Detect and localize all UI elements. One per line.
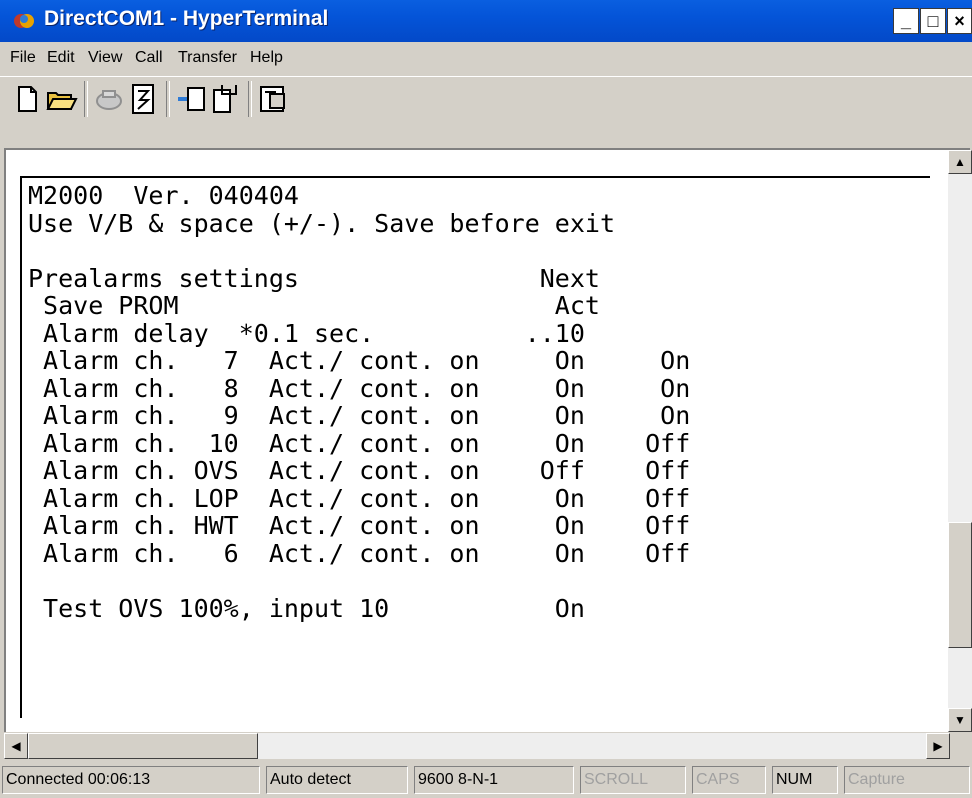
terminal-line: Alarm ch. 7 Act./ cont. on On On	[28, 346, 691, 375]
terminal-line: Save PROM Act	[28, 291, 600, 320]
scroll-up-arrow-icon[interactable]: ▲	[948, 150, 972, 174]
scroll-right-arrow-icon[interactable]: ▶	[926, 733, 950, 759]
window-title: DirectCOM1 - HyperTerminal	[44, 7, 329, 30]
receive-icon[interactable]	[208, 82, 242, 116]
terminal-line: Use V/B & space (+/-). Save before exit	[28, 208, 615, 238]
vertical-scrollbar[interactable]: ▲ ▼	[948, 150, 972, 732]
menu-transfer[interactable]: Transfer	[178, 49, 237, 67]
terminal-line: M2000 Ver. 040404	[28, 181, 299, 210]
scroll-down-arrow-icon[interactable]: ▼	[948, 708, 972, 732]
horizontal-scroll-thumb[interactable]	[28, 733, 258, 759]
terminal-text: M2000 Ver. 040404 Use V/B & space (+/-).…	[22, 178, 930, 622]
terminal-line: Test OVS 100%, input 10 On	[28, 593, 585, 623]
maximize-button[interactable]: □	[920, 8, 946, 34]
menu-file[interactable]: File	[10, 49, 36, 67]
terminal-frame: M2000 Ver. 040404 Use V/B & space (+/-).…	[4, 148, 970, 732]
menu-help[interactable]: Help	[250, 49, 283, 67]
terminal-line: Alarm ch. 9 Act./ cont. on On On	[28, 401, 691, 430]
open-icon[interactable]	[44, 82, 78, 116]
status-capture: Capture	[844, 766, 970, 794]
status-port-settings: 9600 8-N-1	[414, 766, 574, 794]
toolbar-separator	[248, 81, 252, 117]
status-scroll: SCROLL	[580, 766, 686, 794]
terminal-line: Alarm delay *0.1 sec. ..10	[28, 318, 585, 348]
terminal-line: Alarm ch. 6 Act./ cont. on On Off	[28, 538, 691, 568]
horizontal-scrollbar[interactable]: ◀ ▶	[4, 733, 950, 759]
terminal-line: Alarm ch. 8 Act./ cont. on On On	[28, 373, 691, 403]
minimize-button[interactable]: _	[893, 8, 919, 34]
hyperterminal-app-icon	[14, 14, 34, 28]
terminal-line: Alarm ch. 10 Act./ cont. on On Off	[28, 428, 691, 458]
status-terminal-type: Auto detect	[266, 766, 408, 794]
terminal-line: Alarm ch. OVS Act./ cont. on Off Off	[28, 456, 691, 485]
scroll-left-arrow-icon[interactable]: ◀	[4, 733, 28, 759]
terminal-screen[interactable]: M2000 Ver. 040404 Use V/B & space (+/-).…	[20, 176, 930, 718]
toolbar-separator	[84, 81, 88, 117]
disconnect-icon[interactable]	[92, 82, 126, 116]
close-button[interactable]: ×	[947, 8, 972, 34]
dial-icon[interactable]	[126, 82, 160, 116]
properties-icon[interactable]	[256, 82, 290, 116]
title-bar[interactable]: DirectCOM1 - HyperTerminal _ □ ×	[0, 0, 972, 42]
toolbar	[0, 76, 972, 155]
menu-view[interactable]: View	[88, 49, 122, 67]
status-connection-time: Connected 00:06:13	[2, 766, 260, 794]
hyperterminal-window: DirectCOM1 - HyperTerminal _ □ × File Ed…	[0, 0, 972, 798]
status-caps: CAPS	[692, 766, 766, 794]
terminal-line: Alarm ch. LOP Act./ cont. on On Off	[28, 483, 691, 513]
status-bar: Connected 00:06:13 Auto detect 9600 8-N-…	[0, 762, 972, 798]
menu-edit[interactable]: Edit	[47, 49, 75, 67]
status-num: NUM	[772, 766, 838, 794]
vertical-scroll-thumb[interactable]	[948, 522, 972, 648]
menu-bar: File Edit View Call Transfer Help	[0, 42, 972, 76]
toolbar-separator	[166, 81, 170, 117]
menu-call[interactable]: Call	[135, 49, 163, 67]
terminal-line: Prealarms settings Next	[28, 263, 600, 293]
new-icon[interactable]	[10, 82, 44, 116]
send-icon[interactable]	[174, 82, 208, 116]
terminal-line: Alarm ch. HWT Act./ cont. on On Off	[28, 511, 691, 540]
